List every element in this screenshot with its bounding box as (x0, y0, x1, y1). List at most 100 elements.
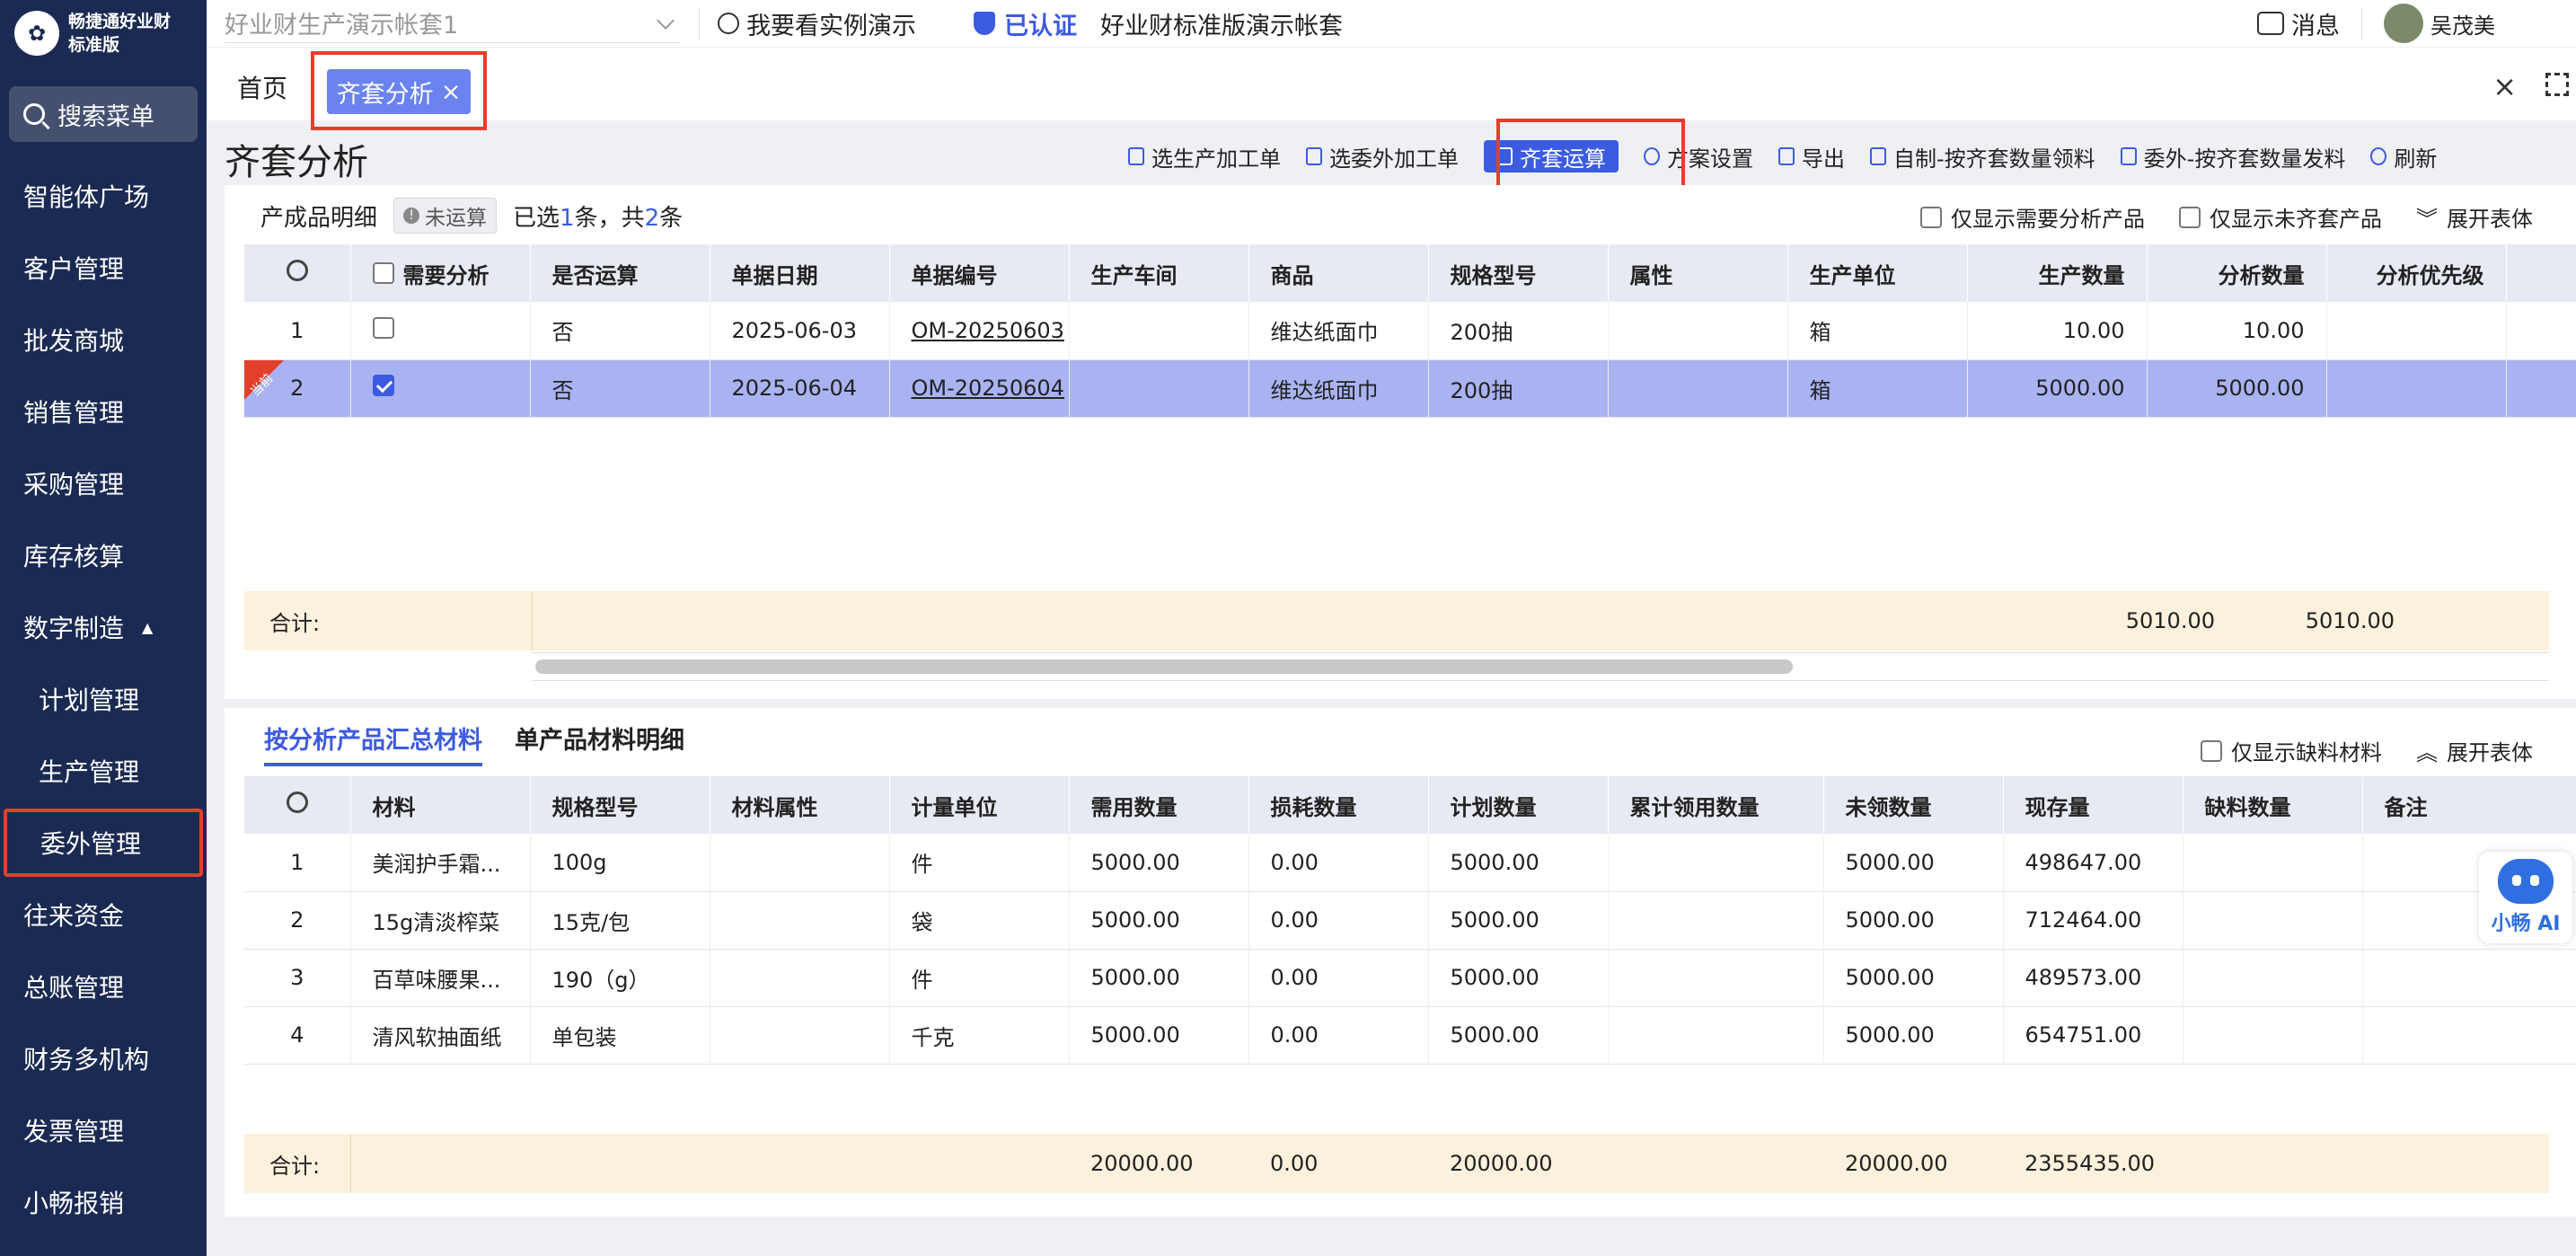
sidebar-item-customer[interactable]: 客户管理 (0, 232, 207, 304)
summary-row: 合计: 20000.00 0.00 20000.00 20000.00 2355… (244, 1134, 2549, 1193)
select-icon (1306, 147, 1322, 165)
sidebar-item-outsourcing[interactable]: 委外管理 (2, 807, 205, 879)
column-attr: 属性 (1608, 244, 1788, 302)
select-icon (1128, 147, 1144, 165)
sidebar-item-inventory[interactable]: 库存核算 (0, 519, 207, 591)
sum-unreceived-qty: 20000.00 (1845, 1151, 1948, 1176)
table-row[interactable]: 1 否 2025-06-03 OM-20250603 维达纸面巾 200抽 箱 … (244, 302, 2576, 360)
horizontal-scrollbar[interactable] (535, 659, 1793, 674)
column-settings[interactable] (244, 244, 351, 302)
status-badge: ! 未运算 (393, 198, 498, 234)
info-icon: ! (403, 208, 420, 224)
logo-text-line1: 畅捷通好业财 (68, 12, 172, 31)
refresh-icon (2370, 147, 2387, 165)
expand-icon: ︾ (2416, 207, 2438, 232)
row-checkbox[interactable] (372, 316, 394, 339)
column-material: 材料 (350, 776, 531, 834)
sum-loss-qty: 0.00 (1270, 1151, 1319, 1176)
refresh-button[interactable]: 刷新 (2370, 141, 2437, 172)
sidebar-item-production[interactable]: 生产管理 (0, 735, 207, 807)
sidebar-item-multi-org[interactable]: 财务多机构 (0, 1022, 207, 1094)
column-plan-qty: 计划数量 (1428, 776, 1609, 834)
page-title: 齐套分析 (225, 142, 368, 183)
select-production-order-button[interactable]: 选生产加工单 (1128, 141, 1281, 172)
column-unreceived-qty: 未领数量 (1823, 776, 2004, 834)
select-all-checkbox[interactable] (372, 262, 394, 284)
messages-button[interactable]: 消息 (2257, 6, 2340, 41)
sidebar-item-sales[interactable]: 销售管理 (0, 376, 207, 447)
column-need-analysis[interactable]: 需要分析 (350, 244, 531, 302)
search-menu-button[interactable]: 搜索菜单 (9, 86, 198, 142)
user-menu[interactable]: 吴茂美 (2384, 4, 2495, 43)
sidebar-item-purchase[interactable]: 采购管理 (0, 447, 207, 519)
sidebar-item-ledger[interactable]: 总账管理 (0, 951, 207, 1022)
column-goods: 商品 (1248, 244, 1429, 302)
ai-assistant-button[interactable]: 小畅 AI (2479, 852, 2572, 943)
export-icon (1778, 147, 1795, 165)
demo-link[interactable]: 我要看实例演示 (718, 6, 916, 41)
standard-account-name: 好业财标准版演示帐套 (1100, 12, 1343, 40)
only-need-analysis-checkbox[interactable]: 仅显示需要分析产品 (1920, 201, 2145, 233)
verified-badge[interactable]: 已认证 (974, 6, 1077, 41)
materials-table: 材料 规格型号 材料属性 计量单位 需用数量 损耗数量 计划数量 累计领用数量 … (244, 776, 2576, 1065)
close-all-icon[interactable]: × (2492, 69, 2517, 103)
table-row-current[interactable]: 当前 2 否 2025-06-04 OM-20250604 维达纸面巾 200抽… (244, 359, 2576, 418)
sum-analysis-qty: 5010.00 (2305, 608, 2395, 633)
only-incomplete-checkbox[interactable]: 仅显示未齐套产品 (2179, 201, 2382, 233)
only-short-checkbox[interactable]: 仅显示缺料材料 (2201, 735, 2382, 766)
finished-goods-table: 需要分析 是否运算 单据日期 单据编号 生产车间 商品 规格型号 属性 生产单位… (244, 244, 2576, 418)
selection-info: 已选1条，共2条 (513, 204, 684, 232)
order-code-link[interactable]: OM-20250604 (912, 376, 1064, 401)
panel-title: 产成品明细 (260, 204, 378, 232)
sidebar-item-plan[interactable]: 计划管理 (0, 663, 207, 735)
robot-icon (2498, 859, 2554, 904)
row-checkbox[interactable] (372, 375, 394, 396)
expand-body-button[interactable]: ︾ 展开表体 (2416, 201, 2533, 233)
tab-summary-materials[interactable]: 按分析产品汇总材料 (264, 721, 482, 766)
sidebar: ✿ 畅捷通好业财 标准版 搜索菜单 智能体广场 客户管理 批发商城 销售管理 采… (0, 0, 207, 1256)
sidebar-item-wholesale-mall[interactable]: 批发商城 (0, 304, 207, 376)
caret-up-icon: ▲ (142, 618, 154, 636)
sidebar-item-digital-manufacturing[interactable]: 数字制造 ▲ (0, 591, 207, 663)
column-cumulative-qty: 累计领用数量 (1608, 776, 1824, 834)
tab-single-product-materials[interactable]: 单产品材料明细 (515, 721, 684, 766)
table-row[interactable]: 3 百草味腰果... 190（g）件 5000.00 0.00 5000.00 5000.0… (244, 949, 2576, 1007)
sum-plan-qty: 20000.00 (1450, 1151, 1553, 1176)
account-select[interactable]: 好业财生产演示帐套1 (225, 4, 681, 43)
tab-home[interactable]: 首页 (237, 69, 287, 105)
expand-body-button[interactable]: ︽ 展开表体 (2416, 735, 2533, 766)
sidebar-item-funds[interactable]: 往来资金 (0, 879, 207, 951)
sum-qty: 5010.00 (2125, 608, 2215, 633)
table-row[interactable]: 4 清风软抽面纸 单包装 千克 5000.00 0.00 5000.00 5000.00 654… (244, 1006, 2576, 1065)
gear-icon (286, 260, 308, 281)
select-outsource-order-button[interactable]: 选委外加工单 (1306, 141, 1459, 172)
column-analysis-qty: 分析数量 (2147, 244, 2327, 302)
tab-highlight: 齐套分析 × (311, 51, 487, 130)
sidebar-item-agent-square[interactable]: 智能体广场 (0, 160, 207, 232)
logo-text-line2: 标准版 (68, 35, 120, 55)
export-button[interactable]: 导出 (1778, 141, 1845, 172)
table-row[interactable]: 2 15g清淡榨菜 15克/包袋 5000.00 0.00 5000.00 5000.00 7… (244, 891, 2576, 950)
self-issue-button[interactable]: 自制-按齐套数量领料 (1870, 141, 2095, 172)
sidebar-item-expense[interactable]: 小畅报销 (0, 1166, 207, 1238)
column-workshop: 生产车间 (1069, 244, 1249, 302)
tab-close-icon[interactable]: × (441, 78, 462, 106)
column-loss-qty: 损耗数量 (1248, 776, 1429, 834)
message-icon (2257, 12, 2284, 35)
table-row[interactable]: 1 美润护手霜... 100g 件 5000.00 0.00 5000.00 5000.00 4… (244, 834, 2576, 892)
account-select-value: 好业财生产演示帐套1 (225, 12, 459, 40)
column-material-attr: 材料属性 (710, 776, 890, 834)
tab-kit-analysis[interactable]: 齐套分析 × (327, 69, 471, 114)
column-need-qty: 需用数量 (1069, 776, 1249, 834)
table-header: 材料 规格型号 材料属性 计量单位 需用数量 损耗数量 计划数量 累计领用数量 … (244, 776, 2576, 834)
column-settings[interactable] (244, 776, 351, 834)
column-calculated: 是否运算 (530, 244, 710, 302)
summary-row: 合计: 5010.00 5010.00 (244, 591, 2549, 650)
outsource-issue-button[interactable]: 委外-按齐套数量发料 (2120, 141, 2345, 172)
order-code-link[interactable]: OM-20250603 (912, 318, 1064, 343)
column-date: 单据日期 (710, 244, 890, 302)
sidebar-item-invoice[interactable]: 发票管理 (0, 1094, 207, 1166)
fullscreen-icon[interactable] (2545, 73, 2569, 96)
sum-need-qty: 20000.00 (1090, 1151, 1194, 1176)
column-unit: 生产单位 (1787, 244, 1968, 302)
